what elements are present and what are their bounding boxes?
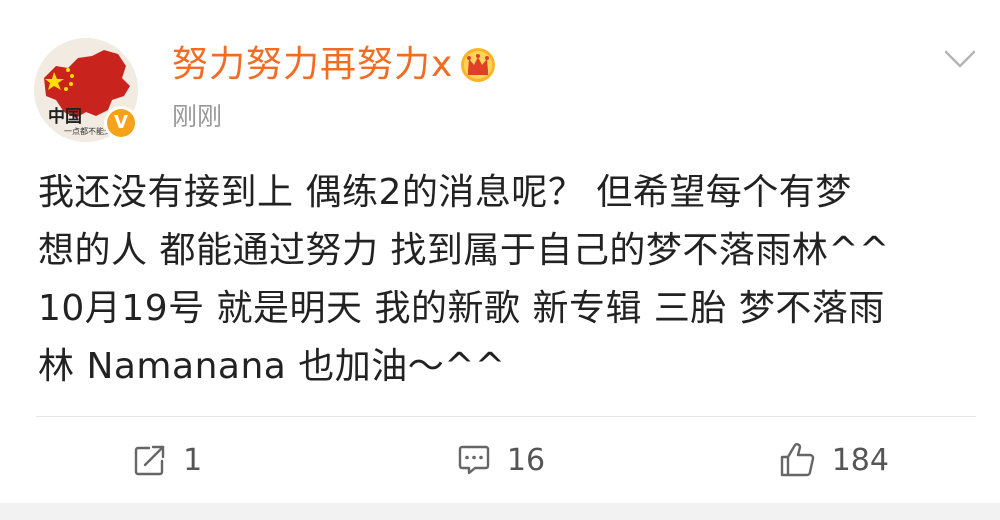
post-text-line: 想的人 都能通过努力 找到属于自己的梦不落雨林^^ [38, 230, 890, 271]
avatar[interactable]: 中国 一点都不能少 V [34, 38, 138, 142]
post-timestamp: 刚刚 [172, 102, 223, 131]
post-text: 我还没有接到上 偶练2的消息呢？ 但希望每个有梦 想的人 都能通过努力 找到属于… [38, 164, 978, 396]
post-text-line: 10月19号 就是明天 我的新歌 新专辑 三胎 梦不落雨 [38, 288, 885, 329]
comment-icon [458, 445, 490, 475]
crown-icon[interactable] [459, 46, 497, 84]
like-button[interactable]: 184 [667, 418, 1000, 502]
repost-count: 1 [183, 442, 203, 478]
verified-icon: V [107, 109, 135, 137]
share-icon [134, 445, 165, 476]
weibo-post-card: 中国 一点都不能少 V 努力努力再努力x 刚刚 我还没有接到上 偶练2的消息呢？… [0, 0, 1000, 520]
avatar-caption: 中国 [48, 107, 82, 127]
bottom-separator [0, 503, 1000, 520]
post-text-line: 林 Namanana 也加油～^^ [38, 346, 506, 387]
chevron-down-icon[interactable] [940, 44, 980, 74]
action-bar: 1 16 184 [0, 418, 1000, 502]
username-row: 努力努力再努力x [172, 46, 497, 84]
thumbs-up-icon [780, 443, 814, 477]
like-count: 184 [831, 442, 889, 478]
comment-count: 16 [506, 442, 546, 478]
verified-badge: V [104, 106, 138, 140]
post-text-line: 我还没有接到上 偶练2的消息呢？ 但希望每个有梦 [38, 172, 852, 213]
username[interactable]: 努力努力再努力x [172, 47, 453, 83]
divider [36, 416, 976, 417]
comment-button[interactable]: 16 [333, 418, 666, 502]
repost-button[interactable]: 1 [0, 418, 333, 502]
